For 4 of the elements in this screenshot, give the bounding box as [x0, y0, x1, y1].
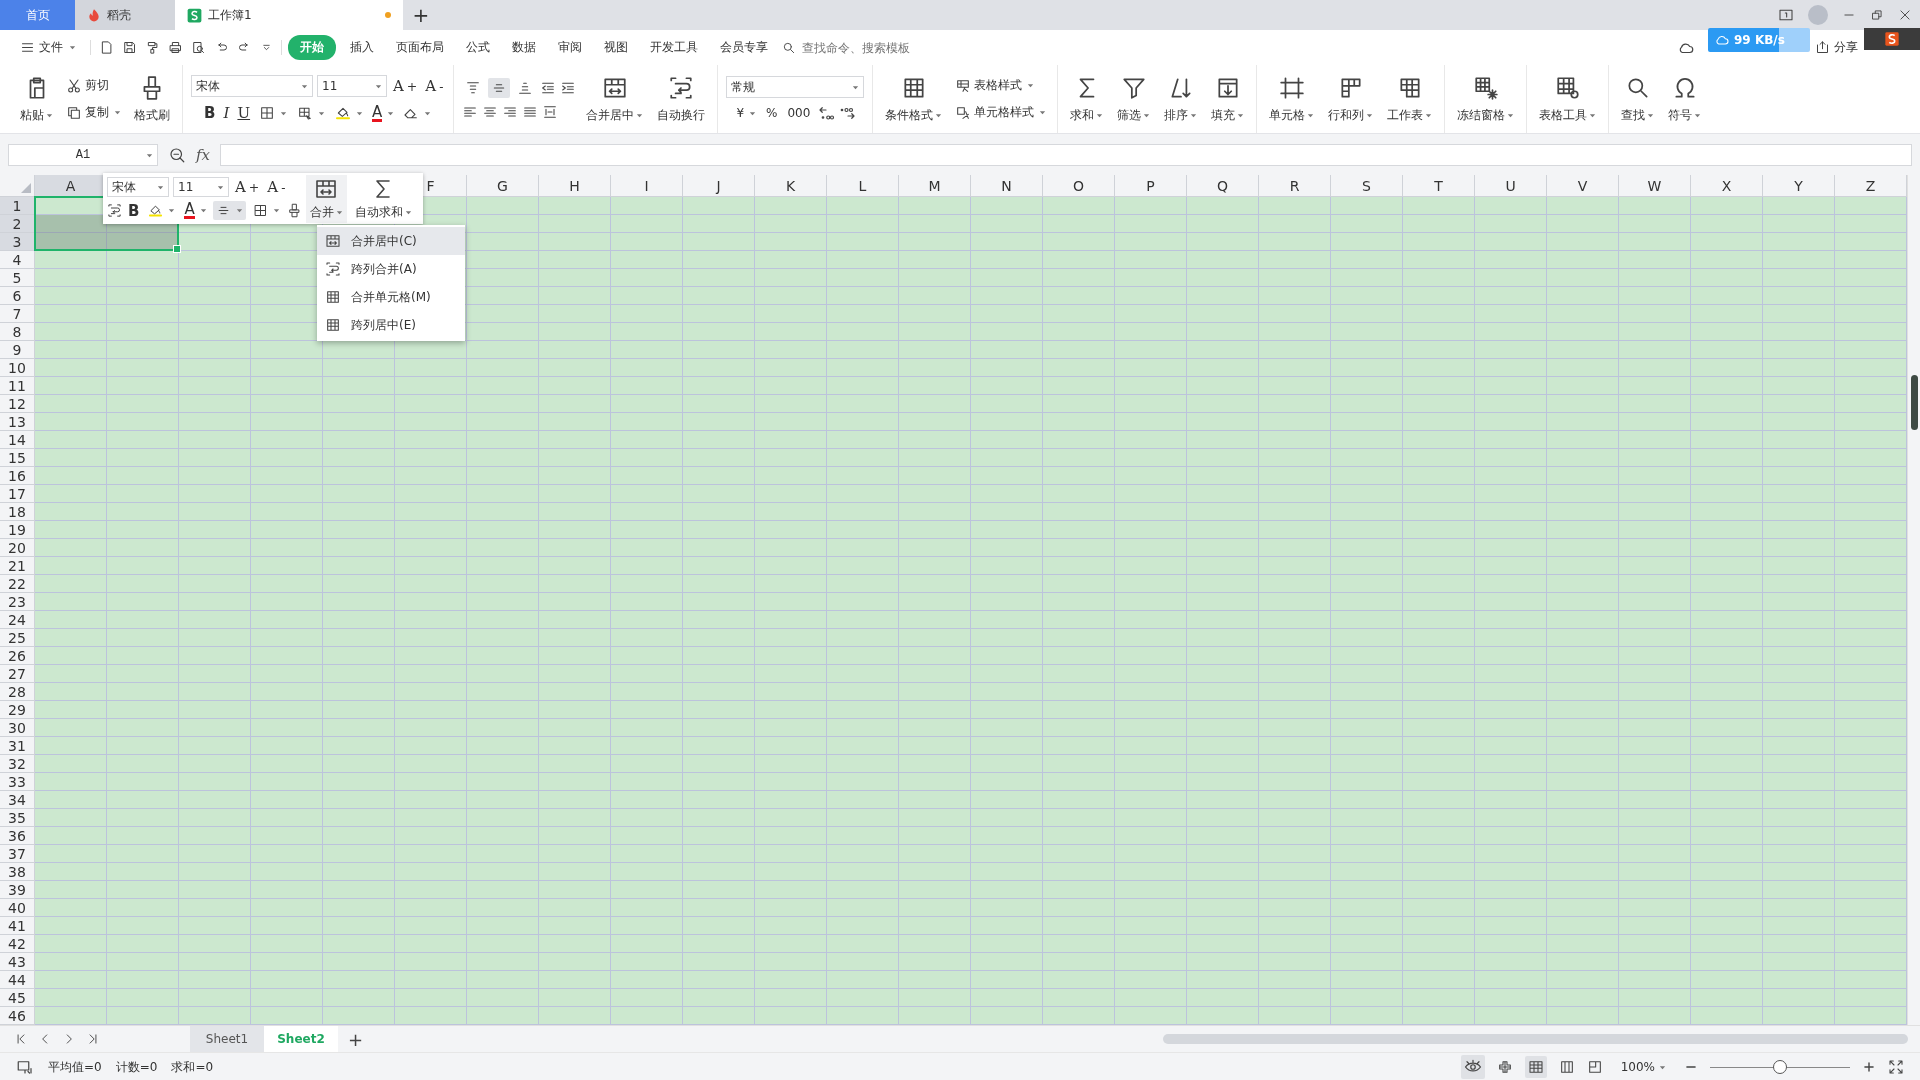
- status-text: 计数=0: [115, 1058, 158, 1076]
- status-text: 求和=0: [171, 1058, 214, 1076]
- download-speed: 99 KB/s: [1734, 33, 1785, 47]
- status-text: 平均值=0: [48, 1058, 102, 1076]
